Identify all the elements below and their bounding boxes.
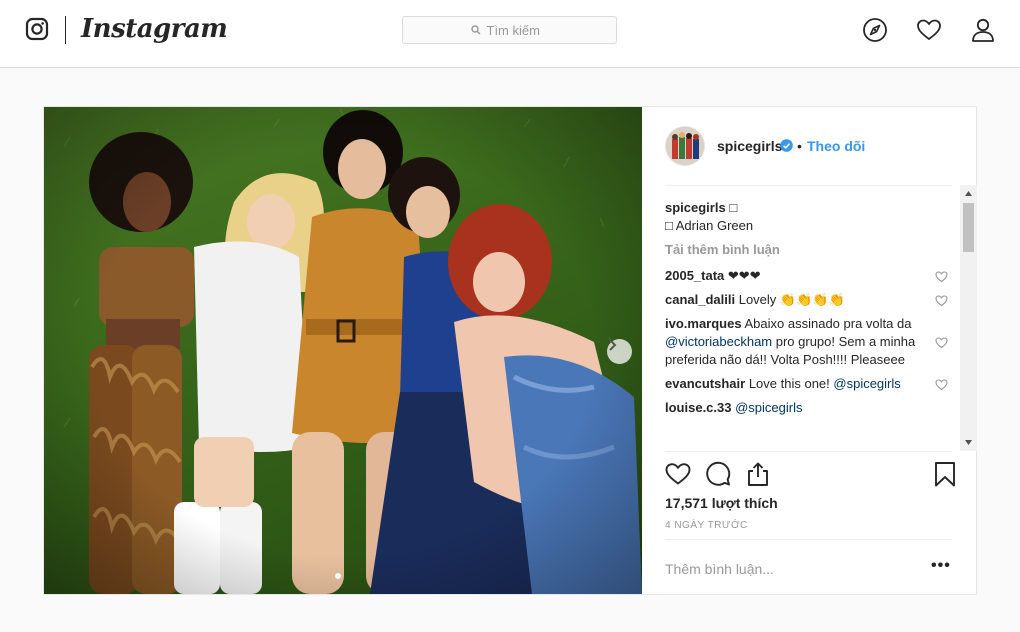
search-bar[interactable] (402, 16, 617, 44)
comment-text: Love this one! (748, 376, 834, 391)
instagram-wordmark-logo[interactable]: Instagram (81, 14, 228, 44)
comment-username[interactable]: canal_dalili (665, 292, 735, 307)
profile-icon[interactable] (970, 17, 996, 43)
comment-username[interactable]: 2005_tata (665, 268, 724, 283)
post-card: spicegirls • Theo dõi spicegirls □ □ Adr… (43, 106, 977, 595)
actions-divider (665, 451, 952, 452)
post-side-panel: spicegirls • Theo dõi spicegirls □ □ Adr… (642, 107, 977, 594)
follow-button[interactable]: Theo dõi (807, 138, 865, 154)
comment-username[interactable]: evancutshair (665, 376, 745, 391)
bookmark-icon[interactable] (932, 461, 958, 487)
logo-divider (65, 16, 66, 44)
post-timestamp[interactable]: 4 NGÀY TRƯỚC (665, 520, 748, 531)
caption: spicegirls □ □ Adrian Green (665, 199, 952, 235)
caption-photo-credit: Adrian Green (675, 218, 754, 233)
top-navigation-bar: Instagram (0, 0, 1020, 68)
scrollbar-thumb[interactable] (963, 203, 974, 252)
comment-username[interactable]: ivo.marques (665, 316, 742, 331)
avatar[interactable] (665, 126, 705, 166)
avatar-image (666, 127, 704, 165)
comment-item: canal_dalili Lovely 👏👏👏👏 (665, 291, 952, 309)
comment-mention-link[interactable]: @victoriabeckham (665, 334, 772, 349)
header-divider (665, 185, 952, 186)
scroll-up-arrow-icon[interactable] (960, 185, 977, 202)
comments-list: spicegirls □ □ Adrian Green Tải thêm bìn… (665, 199, 952, 451)
comment-text: ❤❤❤ (727, 268, 761, 283)
add-comment-divider (665, 539, 952, 540)
comment-like-heart-icon[interactable] (935, 270, 948, 283)
comment-item: louise.c.33 @spicegirls (665, 399, 952, 417)
comment-item: 2005_tata ❤❤❤ (665, 267, 952, 285)
likes-count[interactable]: 17,571 lượt thích (665, 495, 778, 511)
comment-item: evancutshair Love this one! @spicegirls (665, 375, 952, 393)
scroll-down-arrow-icon[interactable] (960, 434, 977, 451)
like-heart-icon[interactable] (665, 461, 691, 487)
more-options-button[interactable]: ••• (931, 557, 951, 575)
carousel-next-button[interactable] (607, 339, 632, 364)
comment-like-heart-icon[interactable] (935, 336, 948, 349)
add-comment-input[interactable] (665, 559, 915, 579)
group-photo-illustration (44, 107, 642, 594)
post-header: spicegirls • Theo dõi (642, 107, 976, 185)
comment-mention-link[interactable]: @spicegirls (833, 376, 900, 391)
search-input[interactable] (486, 22, 549, 38)
compass-icon[interactable] (862, 17, 888, 43)
load-more-comments-button[interactable]: Tải thêm bình luận (665, 241, 952, 259)
comment-like-heart-icon[interactable] (935, 294, 948, 307)
comment-text: Lovely 👏👏👏👏 (738, 292, 845, 307)
comment-like-heart-icon[interactable] (935, 378, 948, 391)
carousel-indicator-dot (335, 573, 341, 579)
comment-text: Abaixo assinado pra volta da (744, 316, 912, 331)
verified-badge-icon (780, 139, 793, 152)
camera-emoji-icon: □ (665, 218, 673, 233)
instagram-camera-logo-icon[interactable] (25, 17, 49, 41)
heart-icon[interactable] (916, 17, 942, 43)
search-icon (470, 25, 480, 35)
chevron-right-icon (609, 339, 617, 351)
comments-scrollbar[interactable] (960, 185, 977, 451)
share-icon[interactable] (745, 461, 771, 487)
caption-username[interactable]: spicegirls (665, 200, 726, 215)
comment-username[interactable]: louise.c.33 (665, 400, 731, 415)
post-author-username[interactable]: spicegirls (717, 138, 782, 154)
comment-mention-link[interactable]: @spicegirls (735, 400, 802, 415)
header-separator: • (797, 138, 802, 154)
camera-emoji-icon: □ (729, 200, 738, 215)
post-photo[interactable] (44, 107, 642, 594)
comment-item: ivo.marques Abaixo assinado pra volta da… (665, 315, 952, 369)
comment-bubble-icon[interactable] (705, 461, 731, 487)
